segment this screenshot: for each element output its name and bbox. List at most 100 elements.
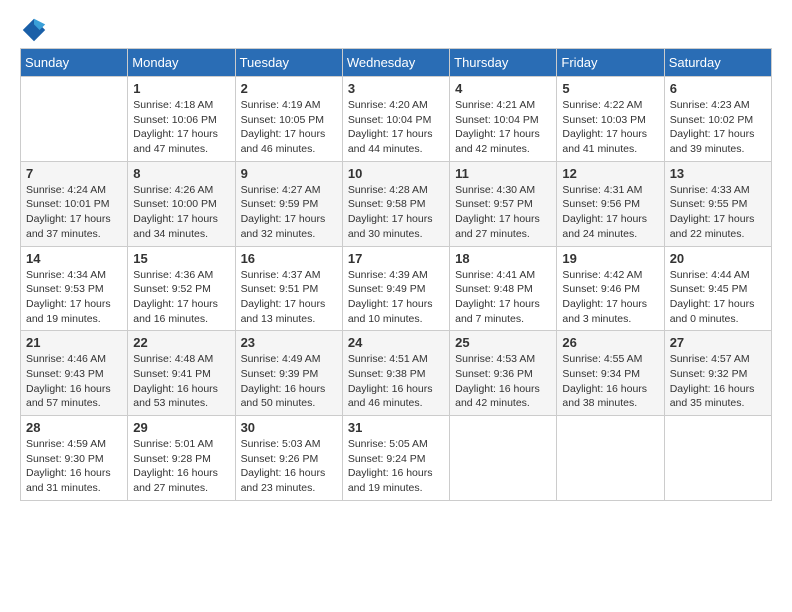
header-day: Sunday (21, 49, 128, 77)
calendar-cell: 14Sunrise: 4:34 AM Sunset: 9:53 PM Dayli… (21, 246, 128, 331)
calendar-table: SundayMondayTuesdayWednesdayThursdayFrid… (20, 48, 772, 501)
calendar-cell: 4 Sunrise: 4:21 AM Sunset: 10:04 PM Dayli… (450, 77, 557, 162)
calendar-cell: 22 Sunrise: 4:48 AM Sunset: 9:41 PM Dayli… (128, 331, 235, 416)
day-info: Sunrise: 4:31 AM Sunset: 9:56 PM Dayligh… (562, 183, 659, 242)
header-day: Friday (557, 49, 664, 77)
logo-icon (20, 16, 48, 44)
day-number: 16 (241, 251, 338, 266)
calendar-cell: 29 Sunrise: 5:01 AM Sunset: 9:28 PM Dayli… (128, 416, 235, 501)
header-row: SundayMondayTuesdayWednesdayThursdayFrid… (21, 49, 772, 77)
calendar-cell: 10 Sunrise: 4:28 AM Sunset: 9:58 PM Dayli… (342, 161, 449, 246)
day-info: Sunrise: 4:55 AM Sunset: 9:34 PM Dayligh… (562, 352, 659, 411)
calendar-cell: 27 Sunrise: 4:57 AM Sunset: 9:32 PM Dayli… (664, 331, 771, 416)
calendar-cell: 24Sunrise: 4:51 AM Sunset: 9:38 PM Dayli… (342, 331, 449, 416)
day-number: 29 (133, 420, 230, 435)
day-number: 17 (348, 251, 445, 266)
day-info: Sunrise: 4:34 AM Sunset: 9:53 PM Dayligh… (26, 268, 123, 327)
page-header (20, 16, 772, 44)
day-info: Sunrise: 4:36 AM Sunset: 9:52 PM Dayligh… (133, 268, 230, 327)
day-number: 6 (670, 81, 767, 96)
calendar-cell: 9 Sunrise: 4:27 AM Sunset: 9:59 PM Daylig… (235, 161, 342, 246)
calendar-cell: 1Sunrise: 4:18 AM Sunset: 10:06 PM Dayli… (128, 77, 235, 162)
calendar-cell: 11Sunrise: 4:30 AM Sunset: 9:57 PM Dayli… (450, 161, 557, 246)
day-number: 9 (241, 166, 338, 181)
day-info: Sunrise: 4:27 AM Sunset: 9:59 PM Dayligh… (241, 183, 338, 242)
calendar-cell: 17Sunrise: 4:39 AM Sunset: 9:49 PM Dayli… (342, 246, 449, 331)
day-info: Sunrise: 4:49 AM Sunset: 9:39 PM Dayligh… (241, 352, 338, 411)
day-number: 28 (26, 420, 123, 435)
day-info: Sunrise: 4:53 AM Sunset: 9:36 PM Dayligh… (455, 352, 552, 411)
calendar-cell: 25 Sunrise: 4:53 AM Sunset: 9:36 PM Dayli… (450, 331, 557, 416)
day-info: Sunrise: 4:33 AM Sunset: 9:55 PM Dayligh… (670, 183, 767, 242)
day-number: 5 (562, 81, 659, 96)
calendar-week-row: 7 Sunrise: 4:24 AM Sunset: 10:01 PM Dayli… (21, 161, 772, 246)
day-number: 23 (241, 335, 338, 350)
day-number: 15 (133, 251, 230, 266)
day-info: Sunrise: 4:22 AM Sunset: 10:03 PM Daylig… (562, 98, 659, 157)
day-info: Sunrise: 5:03 AM Sunset: 9:26 PM Dayligh… (241, 437, 338, 496)
calendar-week-row: 1Sunrise: 4:18 AM Sunset: 10:06 PM Dayli… (21, 77, 772, 162)
calendar-body: 1Sunrise: 4:18 AM Sunset: 10:06 PM Dayli… (21, 77, 772, 501)
day-info: Sunrise: 4:57 AM Sunset: 9:32 PM Dayligh… (670, 352, 767, 411)
calendar-cell: 5 Sunrise: 4:22 AM Sunset: 10:03 PM Dayli… (557, 77, 664, 162)
day-info: Sunrise: 4:18 AM Sunset: 10:06 PM Daylig… (133, 98, 230, 157)
calendar-cell: 20 Sunrise: 4:44 AM Sunset: 9:45 PM Dayli… (664, 246, 771, 331)
day-info: Sunrise: 4:37 AM Sunset: 9:51 PM Dayligh… (241, 268, 338, 327)
header-day: Tuesday (235, 49, 342, 77)
day-number: 31 (348, 420, 445, 435)
day-info: Sunrise: 4:46 AM Sunset: 9:43 PM Dayligh… (26, 352, 123, 411)
header-day: Saturday (664, 49, 771, 77)
calendar-cell: 23 Sunrise: 4:49 AM Sunset: 9:39 PM Dayli… (235, 331, 342, 416)
day-number: 19 (562, 251, 659, 266)
day-number: 27 (670, 335, 767, 350)
calendar-cell: 3 Sunrise: 4:20 AM Sunset: 10:04 PM Dayli… (342, 77, 449, 162)
day-info: Sunrise: 4:44 AM Sunset: 9:45 PM Dayligh… (670, 268, 767, 327)
logo (20, 16, 52, 44)
calendar-cell (557, 416, 664, 501)
day-number: 3 (348, 81, 445, 96)
day-info: Sunrise: 4:41 AM Sunset: 9:48 PM Dayligh… (455, 268, 552, 327)
calendar-cell: 15 Sunrise: 4:36 AM Sunset: 9:52 PM Dayli… (128, 246, 235, 331)
day-number: 22 (133, 335, 230, 350)
header-day: Wednesday (342, 49, 449, 77)
day-info: Sunrise: 4:24 AM Sunset: 10:01 PM Daylig… (26, 183, 123, 242)
calendar-week-row: 14Sunrise: 4:34 AM Sunset: 9:53 PM Dayli… (21, 246, 772, 331)
day-number: 21 (26, 335, 123, 350)
header-day: Monday (128, 49, 235, 77)
calendar-cell (450, 416, 557, 501)
day-info: Sunrise: 4:42 AM Sunset: 9:46 PM Dayligh… (562, 268, 659, 327)
calendar-cell: 21 Sunrise: 4:46 AM Sunset: 9:43 PM Dayli… (21, 331, 128, 416)
calendar-cell: 6Sunrise: 4:23 AM Sunset: 10:02 PM Dayli… (664, 77, 771, 162)
day-info: Sunrise: 4:26 AM Sunset: 10:00 PM Daylig… (133, 183, 230, 242)
day-number: 7 (26, 166, 123, 181)
day-info: Sunrise: 4:48 AM Sunset: 9:41 PM Dayligh… (133, 352, 230, 411)
header-day: Thursday (450, 49, 557, 77)
calendar-cell: 8 Sunrise: 4:26 AM Sunset: 10:00 PM Dayli… (128, 161, 235, 246)
day-info: Sunrise: 4:20 AM Sunset: 10:04 PM Daylig… (348, 98, 445, 157)
day-number: 4 (455, 81, 552, 96)
calendar-cell: 2Sunrise: 4:19 AM Sunset: 10:05 PM Dayli… (235, 77, 342, 162)
calendar-cell: 28 Sunrise: 4:59 AM Sunset: 9:30 PM Dayli… (21, 416, 128, 501)
day-info: Sunrise: 4:59 AM Sunset: 9:30 PM Dayligh… (26, 437, 123, 496)
calendar-cell: 12Sunrise: 4:31 AM Sunset: 9:56 PM Dayli… (557, 161, 664, 246)
calendar-cell: 31 Sunrise: 5:05 AM Sunset: 9:24 PM Dayli… (342, 416, 449, 501)
calendar-cell: 7 Sunrise: 4:24 AM Sunset: 10:01 PM Dayli… (21, 161, 128, 246)
day-number: 25 (455, 335, 552, 350)
day-info: Sunrise: 5:05 AM Sunset: 9:24 PM Dayligh… (348, 437, 445, 496)
day-number: 10 (348, 166, 445, 181)
calendar-week-row: 21 Sunrise: 4:46 AM Sunset: 9:43 PM Dayli… (21, 331, 772, 416)
day-number: 24 (348, 335, 445, 350)
calendar-week-row: 28 Sunrise: 4:59 AM Sunset: 9:30 PM Dayli… (21, 416, 772, 501)
day-info: Sunrise: 5:01 AM Sunset: 9:28 PM Dayligh… (133, 437, 230, 496)
day-info: Sunrise: 4:30 AM Sunset: 9:57 PM Dayligh… (455, 183, 552, 242)
day-number: 2 (241, 81, 338, 96)
day-number: 20 (670, 251, 767, 266)
day-number: 26 (562, 335, 659, 350)
calendar-cell: 26 Sunrise: 4:55 AM Sunset: 9:34 PM Dayli… (557, 331, 664, 416)
day-info: Sunrise: 4:21 AM Sunset: 10:04 PM Daylig… (455, 98, 552, 157)
calendar-cell: 18 Sunrise: 4:41 AM Sunset: 9:48 PM Dayli… (450, 246, 557, 331)
calendar-cell: 19 Sunrise: 4:42 AM Sunset: 9:46 PM Dayli… (557, 246, 664, 331)
day-info: Sunrise: 4:28 AM Sunset: 9:58 PM Dayligh… (348, 183, 445, 242)
day-number: 8 (133, 166, 230, 181)
day-number: 18 (455, 251, 552, 266)
